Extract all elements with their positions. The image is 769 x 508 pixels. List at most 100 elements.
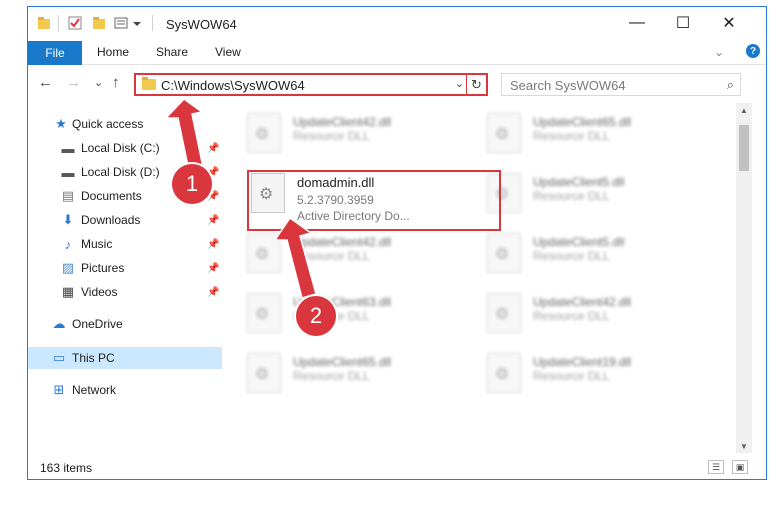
sidebar-item-quick-access[interactable]: ★ Quick access [28,113,222,135]
sidebar-item-label: Pictures [81,261,125,275]
sidebar-item-pictures[interactable]: ▨ Pictures 📌 [28,257,222,279]
sidebar-item-videos[interactable]: ▦ Videos 📌 [28,281,222,303]
tab-home[interactable]: Home [97,45,129,59]
folder-icon [142,77,156,90]
sidebar-item-onedrive[interactable]: ☁ OneDrive [28,313,222,335]
pin-icon[interactable]: 📌 [207,143,219,154]
status-bar: 163 items ☰ ▣ [28,457,766,479]
sidebar-item-label: Videos [81,285,118,299]
new-folder-icon[interactable] [92,16,106,30]
file-tile[interactable]: UpdateClient42.dll Resource DLL [483,289,713,341]
details-view-icon[interactable]: ☰ [708,460,724,474]
dll-file-icon [487,353,521,393]
pin-icon[interactable]: 📌 [207,215,219,226]
help-icon[interactable]: ? [746,44,760,58]
tab-share[interactable]: Share [156,45,188,59]
item-count: 163 items [40,461,93,475]
cloud-icon: ☁ [52,316,66,331]
file-tile[interactable]: UpdateClient65.dll Resource DLL [483,109,713,161]
dll-file-icon [487,113,521,153]
file-name: UpdateClient42.dll [533,295,632,309]
refresh-button[interactable]: ↻ [466,75,486,94]
ribbon-expand-icon[interactable]: ⌄ [714,45,724,59]
dll-file-icon [247,293,281,333]
file-tile[interactable]: UpdateClient19.dll Resource DLL [483,349,713,401]
sidebar-item-this-pc[interactable]: ▭ This PC [28,347,222,369]
back-button[interactable]: ← [38,74,53,91]
properties-icon[interactable] [68,16,82,30]
file-tile[interactable]: UpdateClient42.dll Resource DLL [243,229,473,281]
sidebar-item-network[interactable]: ⊞ Network [28,379,222,401]
file-tile[interactable]: UpdateClient42.dll Resource DLL [243,109,473,161]
navigation-bar: ← → ⌄ ↑ C:\Windows\SysWOW64 ⌄ ↻ Search S… [28,66,766,102]
tiles-view-icon[interactable]: ▣ [732,460,748,474]
file-name: UpdateClient42.dll [293,235,392,249]
customize-toolbar-icon[interactable] [114,16,142,30]
navigation-pane: ★ Quick access ▬ Local Disk (C:) 📌 ▬ Loc… [28,103,222,453]
music-icon: ♪ [64,236,72,252]
dll-file-icon [487,293,521,333]
computer-icon: ▭ [52,350,66,365]
minimize-button[interactable]: — [614,7,660,39]
tab-file[interactable]: File [28,41,82,65]
window-title: SysWOW64 [166,17,237,32]
file-highlight-box [247,170,501,231]
pin-icon[interactable]: 📌 [207,263,219,274]
file-tile[interactable]: UpdateClient5.dll Resource DLL [483,169,713,221]
step-2-badge: 2 [296,296,336,336]
file-tile[interactable]: UpdateClient65.dll Resource DLL [243,349,473,401]
maximize-button[interactable]: ☐ [660,7,706,39]
star-icon: ★ [55,116,67,131]
close-button[interactable]: ✕ [706,7,752,39]
sidebar-item-downloads[interactable]: ⬇ Downloads 📌 [28,209,222,231]
scroll-up-icon[interactable]: ▲ [736,103,752,117]
file-name: UpdateClient19.dll [533,355,632,369]
documents-icon: ▤ [61,188,75,203]
pictures-icon: ▨ [61,260,75,275]
file-type: Resource DLL [533,309,610,323]
drive-icon: ▬ [61,140,75,156]
file-type: Resource DLL [293,129,370,143]
file-type: Resource DLL [533,189,610,203]
file-name: UpdateClient5.dll [533,175,625,189]
pin-icon[interactable]: 📌 [207,287,219,298]
file-list: UpdateClient42.dll Resource DLL UpdateCl… [243,103,738,453]
sidebar-item-local-disk-c[interactable]: ▬ Local Disk (C:) 📌 [28,137,222,159]
address-bar[interactable]: C:\Windows\SysWOW64 ⌄ ↻ [134,73,488,96]
forward-button[interactable]: → [66,74,81,91]
file-type: Resource DLL [293,369,370,383]
dll-file-icon [247,113,281,153]
file-type: Resource DLL [533,129,610,143]
dll-file-icon [247,233,281,273]
step-1-badge: 1 [172,164,212,204]
dll-file-icon [487,233,521,273]
search-box[interactable]: Search SysWOW64 ⌕ [501,73,741,96]
file-type: Resource DLL [533,369,610,383]
file-type: Resource DLL [293,249,370,263]
sidebar-item-label: Downloads [81,213,141,227]
scroll-thumb[interactable] [739,125,749,171]
file-tile[interactable]: UpdateClient63.dll Resource DLL [243,289,473,341]
up-button[interactable]: ↑ [112,74,120,91]
search-icon[interactable]: ⌕ [727,77,734,93]
sidebar-item-music[interactable]: ♪ Music 📌 [28,233,222,255]
search-input[interactable]: Search SysWOW64 [510,78,626,93]
file-tile[interactable]: UpdateClient5.dll Resource DLL [483,229,713,281]
sidebar-item-label: This PC [72,351,115,365]
sidebar-item-label: Documents [81,189,142,203]
vertical-scrollbar[interactable]: ▲ ▼ [736,103,752,453]
address-path[interactable]: C:\Windows\SysWOW64 [161,78,305,93]
sidebar-item-label: Music [81,237,113,251]
recent-locations-button[interactable]: ⌄ [94,76,103,89]
sidebar-item-label: Quick access [72,117,144,131]
file-name: UpdateClient65.dll [293,355,392,369]
network-icon: ⊞ [53,382,65,397]
scroll-down-icon[interactable]: ▼ [736,439,752,453]
sidebar-item-label: Network [72,383,117,397]
sidebar-item-label: Local Disk (D:) [81,165,160,179]
sidebar-item-label: OneDrive [72,317,123,331]
tab-view[interactable]: View [215,45,241,59]
pin-icon[interactable]: 📌 [207,239,219,250]
file-type: Resource DLL [533,249,610,263]
address-dropdown-icon[interactable]: ⌄ [455,77,464,90]
